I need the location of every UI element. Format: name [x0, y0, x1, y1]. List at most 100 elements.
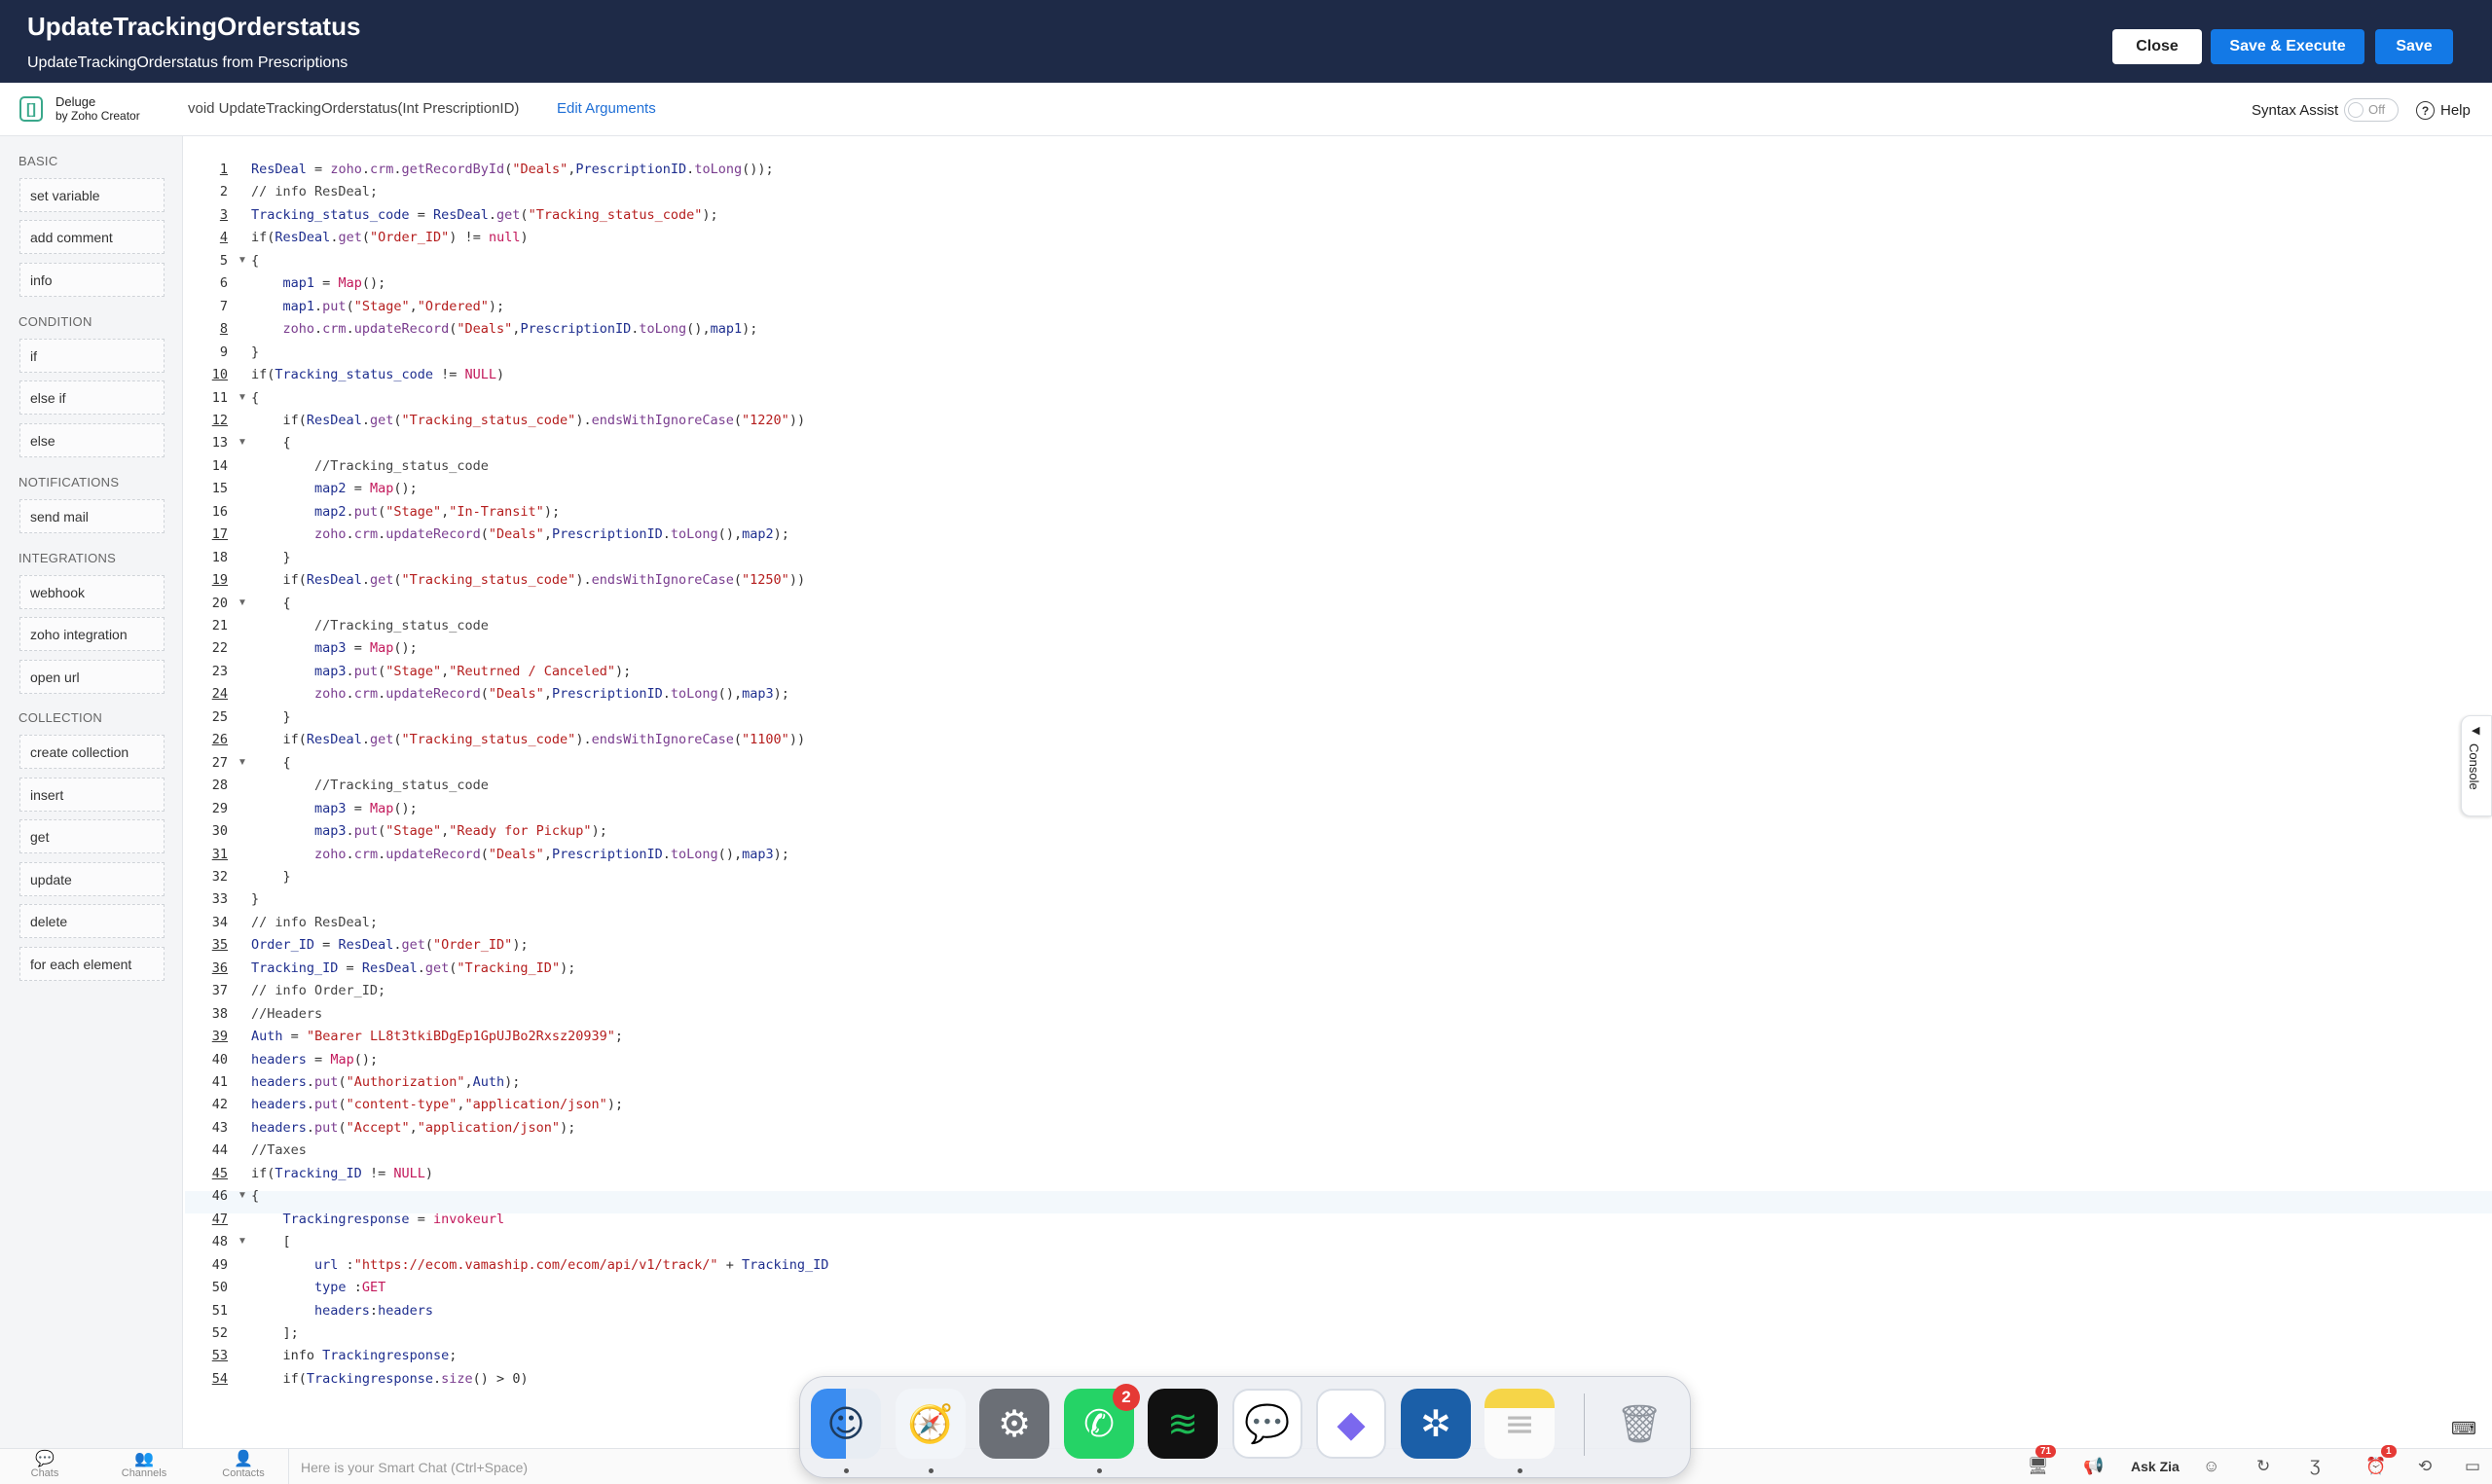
help-icon[interactable]: ?: [2416, 101, 2435, 120]
code-line[interactable]: }: [251, 709, 291, 725]
snippet-if[interactable]: if: [19, 339, 165, 373]
snippet-delete[interactable]: delete: [19, 904, 165, 938]
code-line[interactable]: headers = Map();: [251, 1052, 378, 1068]
clickup-icon[interactable]: ◆: [1316, 1389, 1386, 1459]
notes-icon[interactable]: ≡: [1484, 1389, 1555, 1459]
code-line[interactable]: zoho.crm.updateRecord("Deals",Prescripti…: [251, 686, 789, 702]
code-line[interactable]: headers:headers: [251, 1303, 433, 1319]
save-and-execute-button[interactable]: Save & Execute: [2211, 29, 2364, 64]
code-line[interactable]: Auth = "Bearer LL8t3tkiBDgEp1GpUJBo2Rxsz…: [251, 1029, 623, 1044]
code-line[interactable]: {: [251, 253, 259, 269]
chat-preview-icon[interactable]: ▭: [2465, 1457, 2480, 1476]
snippet-update[interactable]: update: [19, 862, 165, 896]
zia-icon[interactable]: Ʒ: [2310, 1457, 2320, 1476]
code-line[interactable]: zoho.crm.updateRecord("Deals",Prescripti…: [251, 321, 758, 337]
code-line[interactable]: if(ResDeal.get("Tracking_status_code").e…: [251, 732, 806, 747]
code-line[interactable]: }: [251, 344, 259, 360]
code-line[interactable]: if(ResDeal.get("Tracking_status_code").e…: [251, 572, 806, 588]
code-line[interactable]: //Tracking_status_code: [251, 458, 489, 474]
help-link[interactable]: Help: [2440, 102, 2471, 119]
code-line[interactable]: Order_ID = ResDeal.get("Order_ID");: [251, 937, 529, 953]
code-line[interactable]: if(Trackingresponse.size() > 0): [251, 1371, 529, 1387]
smiley-icon[interactable]: ☺: [2203, 1457, 2219, 1476]
code-line[interactable]: map1.put("Stage","Ordered");: [251, 299, 505, 314]
fold-toggle-icon[interactable]: ▼: [238, 1236, 247, 1247]
snippet-send-mail[interactable]: send mail: [19, 499, 165, 533]
code-line[interactable]: headers.put("Authorization",Auth);: [251, 1074, 520, 1090]
smart-chat-input[interactable]: Here is your Smart Chat (Ctrl+Space): [288, 1449, 804, 1484]
code-line[interactable]: }: [251, 869, 291, 885]
code-line[interactable]: if(Tracking_ID != NULL): [251, 1166, 433, 1181]
code-line[interactable]: {: [251, 435, 291, 451]
code-line[interactable]: Tracking_status_code = ResDeal.get("Trac…: [251, 207, 718, 223]
snippet-get[interactable]: get: [19, 819, 165, 853]
keyboard-icon[interactable]: ⌨: [2451, 1419, 2476, 1439]
fold-toggle-icon[interactable]: ▼: [238, 757, 247, 768]
snippet-zoho-integration[interactable]: zoho integration: [19, 617, 165, 651]
contacts-tab[interactable]: 👤 Contacts: [214, 1451, 273, 1479]
code-line[interactable]: //Tracking_status_code: [251, 618, 489, 633]
code-line[interactable]: Tracking_ID = ResDeal.get("Tracking_ID")…: [251, 960, 575, 976]
code-line[interactable]: map1 = Map();: [251, 275, 386, 291]
ask-zia-button[interactable]: Ask Zia: [2131, 1459, 2180, 1474]
snippet-open-url[interactable]: open url: [19, 660, 165, 694]
snippet-info[interactable]: info: [19, 263, 165, 297]
snippet-insert[interactable]: insert: [19, 778, 165, 812]
code-line[interactable]: if(ResDeal.get("Order_ID") != null): [251, 230, 529, 245]
snippet-for-each-element[interactable]: for each element: [19, 947, 165, 981]
chats-tab[interactable]: 💬 Chats: [16, 1451, 74, 1479]
snippet-set-variable[interactable]: set variable: [19, 178, 165, 212]
code-line[interactable]: //Taxes: [251, 1142, 307, 1158]
snippet-else[interactable]: else: [19, 423, 165, 457]
announcement-icon[interactable]: 📢: [2083, 1457, 2104, 1476]
code-line[interactable]: zoho.crm.updateRecord("Deals",Prescripti…: [251, 526, 789, 542]
fold-toggle-icon[interactable]: ▼: [238, 437, 247, 448]
code-line[interactable]: if(ResDeal.get("Tracking_status_code").e…: [251, 413, 806, 428]
code-line[interactable]: ResDeal = zoho.crm.getRecordById("Deals"…: [251, 162, 774, 177]
history-icon[interactable]: ⟲: [2418, 1457, 2432, 1476]
perplexity-icon[interactable]: ✲: [1401, 1389, 1471, 1459]
code-line[interactable]: map3.put("Stage","Reutrned / Canceled");: [251, 664, 631, 679]
code-editor[interactable]: 1 ResDeal = zoho.crm.getRecordById("Deals…: [185, 136, 2492, 1407]
code-line[interactable]: {: [251, 755, 291, 771]
code-line[interactable]: zoho.crm.updateRecord("Deals",Prescripti…: [251, 847, 789, 862]
speech-bubble-app-icon[interactable]: 💬: [1232, 1389, 1302, 1459]
console-tab[interactable]: ◀ Console: [2461, 715, 2492, 816]
edit-arguments-link[interactable]: Edit Arguments: [557, 100, 656, 117]
channels-tab[interactable]: 👥 Channels: [115, 1451, 173, 1479]
snippet-webhook[interactable]: webhook: [19, 575, 165, 609]
save-button[interactable]: Save: [2375, 29, 2453, 64]
alarm-clock-icon[interactable]: ⏰: [2365, 1457, 2386, 1476]
fold-toggle-icon[interactable]: ▼: [238, 597, 247, 608]
finder-icon[interactable]: ☺: [811, 1389, 881, 1459]
snippet-else-if[interactable]: else if: [19, 380, 165, 415]
code-line[interactable]: //Tracking_status_code: [251, 778, 489, 793]
code-line[interactable]: {: [251, 390, 259, 406]
code-line[interactable]: map2 = Map();: [251, 481, 418, 496]
code-line[interactable]: url :"https://ecom.vamaship.com/ecom/api…: [251, 1257, 828, 1273]
desktop-notification-icon[interactable]: 🖥: [2028, 1457, 2049, 1476]
code-line[interactable]: map2.put("Stage","In-Transit");: [251, 504, 560, 520]
code-line[interactable]: // info Order_ID;: [251, 983, 385, 998]
snippet-create-collection[interactable]: create collection: [19, 735, 165, 769]
code-line[interactable]: map3 = Map();: [251, 640, 418, 656]
safari-icon[interactable]: 🧭: [896, 1389, 966, 1459]
spotify-icon[interactable]: ≋: [1148, 1389, 1218, 1459]
code-line[interactable]: {: [251, 596, 291, 611]
code-line[interactable]: }: [251, 550, 291, 565]
code-line[interactable]: info Trackingresponse;: [251, 1348, 458, 1363]
code-line[interactable]: headers.put("Accept","application/json")…: [251, 1120, 575, 1136]
snippet-add-comment[interactable]: add comment: [19, 220, 165, 254]
code-line[interactable]: headers.put("content-type","application/…: [251, 1097, 623, 1112]
code-line[interactable]: [: [251, 1234, 291, 1249]
refresh-icon[interactable]: ↻: [2256, 1457, 2270, 1476]
close-button[interactable]: Close: [2112, 29, 2202, 64]
code-line[interactable]: type :GET: [251, 1280, 385, 1295]
code-line[interactable]: ];: [251, 1325, 299, 1341]
code-line[interactable]: Trackingresponse = invokeurl: [251, 1212, 505, 1227]
code-line[interactable]: // info ResDeal;: [251, 184, 378, 199]
code-line[interactable]: //Headers: [251, 1006, 322, 1022]
trash-icon[interactable]: 🗑: [1604, 1389, 1674, 1459]
fold-toggle-icon[interactable]: ▼: [238, 255, 247, 266]
system-settings-icon[interactable]: ⚙: [979, 1389, 1049, 1459]
